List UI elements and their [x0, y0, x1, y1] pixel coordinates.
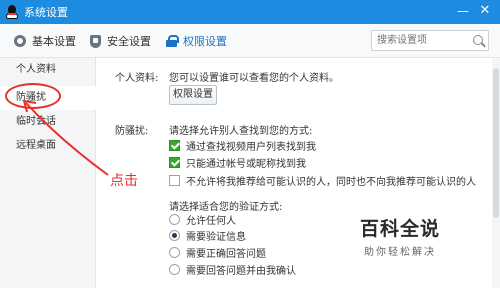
- annotation-arrow-icon: [23, 100, 109, 176]
- minimize-button[interactable]: —: [454, 2, 472, 20]
- watermark-subtitle: 助你轻松解决: [364, 247, 436, 258]
- scrollbar-thumb[interactable]: [493, 68, 499, 218]
- search-input[interactable]: [372, 31, 464, 50]
- checkbox[interactable]: [169, 157, 180, 168]
- tab-label: 安全设置: [107, 35, 151, 48]
- watermark: 百科全说 助你轻松解决: [360, 214, 440, 258]
- anti-harassment-label: 防骚扰:: [115, 126, 149, 137]
- window-title: 系统设置: [24, 6, 68, 19]
- checkbox[interactable]: [169, 140, 180, 151]
- profile-description: 您可以设置谁可以查看您的个人资料。: [169, 73, 339, 84]
- find-option-video-list[interactable]: 通过查找视频用户列表找到我: [169, 138, 316, 153]
- checkbox[interactable]: [169, 175, 180, 186]
- option-label: 通过查找视频用户列表找到我: [186, 142, 316, 153]
- verify-option-answer[interactable]: 需要正确回答问题: [169, 245, 266, 260]
- find-option-no-recommend[interactable]: 不允许将我推荐给可能认识的人，同时也不向我推荐可能认识的人: [169, 173, 476, 188]
- find-method-description: 请选择允许别人查找到您的方式:: [169, 126, 313, 137]
- shield-icon: [90, 34, 101, 48]
- radio-button[interactable]: [169, 264, 180, 275]
- option-label: 需要正确回答问题: [186, 249, 266, 260]
- verify-option-anyone[interactable]: 允许任何人: [169, 212, 236, 227]
- radio-button[interactable]: [169, 230, 180, 241]
- verify-option-message[interactable]: 需要验证信息: [169, 228, 246, 243]
- option-label: 只能通过帐号或昵称找到我: [186, 159, 306, 170]
- verify-option-answer-confirm[interactable]: 需要回答问题并由我确认: [169, 262, 296, 277]
- tab-security-settings[interactable]: 安全设置: [90, 24, 151, 58]
- lock-icon: [166, 35, 179, 47]
- option-label: 需要验证信息: [186, 232, 246, 243]
- sidebar-item-profile[interactable]: 个人资料: [0, 58, 96, 82]
- tab-label: 基本设置: [32, 35, 76, 48]
- option-label: 需要回答问题并由我确认: [186, 266, 296, 277]
- tab-label: 权限设置: [183, 35, 227, 48]
- search-icon[interactable]: [473, 35, 483, 45]
- click-annotation-label: 点击: [110, 173, 138, 189]
- radio-button[interactable]: [169, 247, 180, 258]
- watermark-title: 百科全说: [360, 218, 441, 240]
- title-bar: 系统设置 — ✕: [0, 0, 500, 24]
- permission-settings-button[interactable]: 权限设置: [169, 85, 217, 105]
- radio-button[interactable]: [169, 214, 180, 225]
- tab-bar: 基本设置 安全设置 权限设置: [0, 24, 500, 58]
- scrollbar[interactable]: [492, 58, 500, 288]
- gear-icon: [14, 35, 26, 47]
- find-option-account-nickname[interactable]: 只能通过帐号或昵称找到我: [169, 155, 306, 170]
- tab-permission-settings[interactable]: 权限设置: [166, 24, 227, 58]
- option-label: 允许任何人: [186, 216, 236, 227]
- profile-label: 个人资料:: [115, 73, 159, 84]
- close-button[interactable]: ✕: [476, 2, 494, 20]
- search-box: [371, 30, 489, 51]
- tab-basic-settings[interactable]: 基本设置: [14, 24, 76, 58]
- penguin-icon: [5, 5, 19, 19]
- option-label: 不允许将我推荐给可能认识的人，同时也不向我推荐可能认识的人: [186, 177, 476, 188]
- verify-method-description: 请选择适合您的验证方式:: [169, 202, 283, 213]
